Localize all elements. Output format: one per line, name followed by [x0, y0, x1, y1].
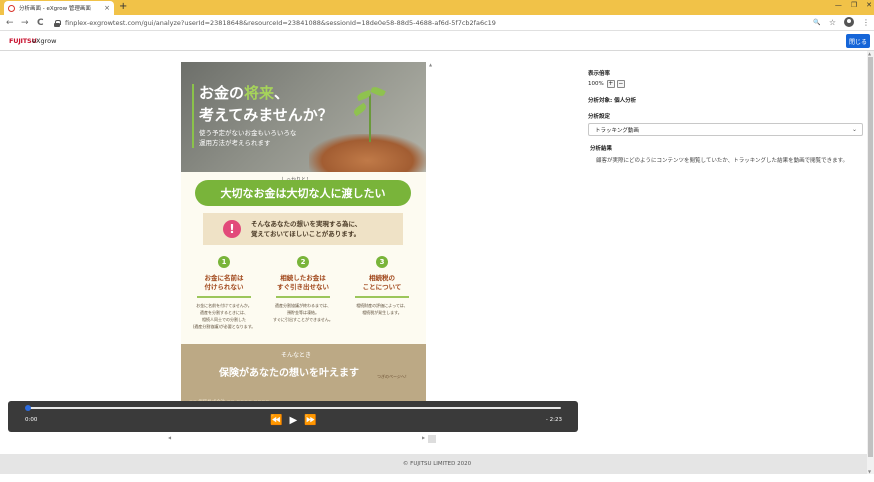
point-number: 2	[297, 256, 309, 268]
chevron-down-icon: ⌄	[851, 126, 857, 133]
star-icon[interactable]: ☆	[829, 18, 836, 27]
poster-hero: お金の将来、 考えてみませんか？ 使う予定がないお金もいろいろな 運用方法が考えら…	[181, 62, 426, 172]
point-title: お金に名前は 付けられない	[204, 274, 244, 291]
minimize-icon[interactable]: —	[835, 1, 842, 9]
rewind-icon[interactable]: ⏪	[270, 415, 282, 427]
back-icon[interactable]: ←	[6, 17, 14, 29]
zoom-out-button[interactable]: −	[616, 80, 625, 88]
app-name: eXgrow	[32, 37, 57, 45]
result-description: 顧客が実際にどのようにコンテンツを閲覧していたか、トラッキングした結果を動画で閲…	[596, 158, 849, 164]
zoom-label: 表示倍率	[588, 71, 611, 77]
browser-menu-icon[interactable]: ⋮	[862, 18, 870, 27]
coins-image	[309, 134, 426, 172]
analysis-panel: 表示倍率 100% + − 分析対象: 個人分析 分析設定 トラッキング動画 ⌄…	[588, 69, 868, 164]
browser-toolbar: ← → C finplex-exgrowtest.com/gui/analyze…	[0, 15, 874, 31]
scroll-right-icon[interactable]: ▶	[422, 435, 425, 440]
scroll-up-icon[interactable]: ▲	[429, 62, 432, 67]
scroll-down-icon[interactable]: ▼	[868, 469, 871, 474]
point-body: 相続財産の評価によっては、 相続税が発生します。	[356, 303, 408, 315]
maximize-icon[interactable]: ❐	[851, 1, 857, 9]
scrollbar-thumb[interactable]	[868, 57, 873, 457]
leaf-shape	[370, 85, 386, 98]
next-page-note: つぎのページへ！	[377, 374, 409, 379]
poster-final-message: 保険があなたの想いを叶えます	[219, 368, 359, 379]
alert-icon: !	[223, 220, 241, 238]
analysis-target: 分析対象: 個人分析	[588, 98, 637, 104]
current-time: 0:00	[25, 417, 38, 423]
close-button[interactable]: 閉じる	[846, 34, 870, 48]
zoom-controls: 100% + −	[588, 80, 868, 88]
browser-tab[interactable]: 分析画面 - eXgrow 管理画面 ×	[4, 1, 114, 15]
close-window-icon[interactable]: ✕	[866, 1, 872, 9]
poster-body: しっかりと！ 大切なお金は大切な人に渡したい ! そんなあなたの想いを実現する為…	[181, 172, 426, 344]
leaf-shape	[352, 102, 368, 117]
tab-title: 分析画面 - eXgrow 管理画面	[19, 6, 91, 12]
window-controls: — ❐ ✕	[835, 1, 872, 9]
browser-tab-bar: 分析画面 - eXgrow 管理画面 × + — ❐ ✕	[0, 0, 874, 15]
play-icon[interactable]: ▶	[289, 415, 297, 427]
url-text: finplex-exgrowtest.com/gui/analyze?userI…	[65, 19, 496, 27]
tab-close-icon[interactable]: ×	[104, 4, 110, 12]
poster-subtitle: 使う予定がないお金もいろいろな 運用方法が考えられます	[199, 129, 297, 147]
zoom-value: 100%	[588, 81, 604, 87]
favicon-icon	[8, 4, 15, 12]
scroll-up-icon[interactable]: ▲	[868, 51, 871, 56]
point-divider	[276, 296, 330, 298]
point-number: 3	[376, 256, 388, 268]
poster-point-3: 3 相続税の ことについて 相続財産の評価によっては、 相続税が発生します。	[347, 256, 417, 316]
toolbar-actions: 🔍 ☆ ⋮	[813, 17, 870, 27]
accent-bar	[192, 84, 194, 148]
point-body: 遺産分割協議が終わるまでは、 預貯金等は凍結。 すぐに引出すことができません。	[273, 303, 333, 322]
page-footer: © FUJITSU LIMITED 2020	[0, 454, 874, 474]
plant-image	[369, 94, 371, 142]
point-title: 相続したお金は すぐ引き出せない	[277, 274, 329, 291]
scroll-left-icon[interactable]: ◀	[168, 435, 171, 440]
zoom-in-button[interactable]: +	[606, 80, 615, 88]
point-title: 相続税の ことについて	[362, 274, 402, 291]
point-divider	[197, 296, 251, 298]
video-player: 0:00 ⏪ ▶ ⏩ - 2:23	[8, 401, 578, 432]
fast-forward-icon[interactable]: ⏩	[304, 415, 316, 427]
remaining-time: - 2:23	[545, 417, 562, 423]
lock-icon	[54, 19, 61, 27]
point-number: 1	[218, 256, 230, 268]
reload-icon[interactable]: C	[37, 17, 44, 29]
profile-avatar-icon[interactable]	[844, 17, 854, 27]
forward-icon[interactable]: →	[21, 17, 29, 29]
poster-headline: お金の将来、 考えてみませんか？	[199, 84, 333, 124]
new-tab-button[interactable]: +	[119, 2, 127, 12]
app-header: FUJITSU eXgrow 閉じる	[0, 31, 874, 51]
poster-point-2: 2 相続したお金は すぐ引き出せない 遺産分割協議が終わるまでは、 預貯金等は凍…	[268, 256, 338, 323]
point-body: お金に名前を付けてませんか。 遺産を分割するときには、 相続人同士での分割した …	[192, 303, 256, 329]
point-divider	[355, 296, 409, 298]
seek-handle[interactable]	[25, 405, 31, 411]
alert-text: そんなあなたの想いを実現する為に、 覚えておいてほしいことがあります。	[251, 220, 362, 238]
poster-footer: そんなとき 保険があなたの想いを叶えます つぎのページへ！ ○○ 保険株式会社 …	[181, 344, 426, 407]
preview-vertical-scrollbar[interactable]: ▲	[428, 62, 436, 407]
setting-select[interactable]: トラッキング動画 ⌄	[588, 123, 863, 136]
result-label: 分析結果	[590, 146, 613, 152]
poster-soon: そんなとき	[281, 352, 312, 359]
poster-ribbon: 大切なお金は大切な人に渡したい	[195, 180, 411, 206]
playback-controls: ⏪ ▶ ⏩	[270, 415, 317, 427]
preview-horizontal-scrollbar[interactable]: ◀ ▶	[168, 435, 436, 443]
poster-point-1: 1 お金に名前は 付けられない お金に名前を付けてませんか。 遺産を分割するとき…	[189, 256, 259, 330]
setting-label: 分析設定	[588, 114, 611, 120]
scroll-corner	[428, 435, 436, 443]
search-icon[interactable]: 🔍	[813, 19, 820, 26]
seek-bar[interactable]	[26, 407, 561, 409]
address-bar[interactable]: finplex-exgrowtest.com/gui/analyze?userI…	[54, 17, 834, 29]
copyright: © FUJITSU LIMITED 2020	[402, 461, 472, 467]
content-preview[interactable]: お金の将来、 考えてみませんか？ 使う予定がないお金もいろいろな 運用方法が考えら…	[181, 62, 426, 407]
setting-value: トラッキング動画	[595, 127, 639, 134]
window-scrollbar[interactable]: ▲ ▼	[867, 51, 874, 474]
